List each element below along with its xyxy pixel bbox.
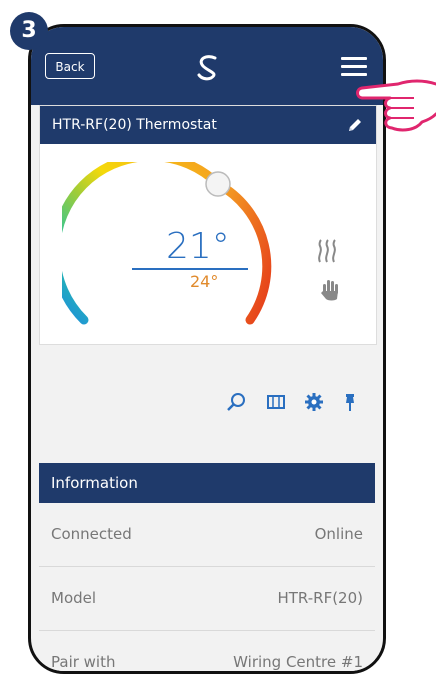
- step-badge: 3: [10, 12, 48, 50]
- info-value: Online: [314, 525, 363, 543]
- manual-hand-icon[interactable]: [320, 278, 340, 302]
- phone-frame: Back HTR-RF(20) Thermostat 21° 24° Infor…: [28, 24, 386, 674]
- salus-logo-icon: [197, 55, 217, 81]
- schedule-film-icon[interactable]: [266, 392, 286, 412]
- info-row-connected: Connected Online: [39, 503, 375, 567]
- search-zoom-icon[interactable]: [226, 392, 246, 412]
- top-bar: Back: [31, 27, 383, 105]
- temperature-divider: [132, 268, 248, 270]
- info-key: Model: [51, 589, 97, 607]
- heating-waves-icon: [318, 239, 336, 263]
- set-temperature: 24°: [190, 272, 219, 291]
- card-header: HTR-RF(20) Thermostat: [40, 106, 376, 144]
- pointing-hand-icon: [356, 79, 436, 132]
- information-header: Information: [39, 463, 375, 503]
- info-key: Pair with: [51, 653, 116, 671]
- thermostat-card: HTR-RF(20) Thermostat 21° 24°: [39, 105, 377, 411]
- current-temperature: 21°: [166, 226, 230, 267]
- dial-handle: [205, 171, 231, 197]
- info-row-pair: Pair with Wiring Centre #1: [39, 631, 375, 671]
- info-key: Connected: [51, 525, 132, 543]
- device-title: HTR-RF(20) Thermostat: [52, 117, 217, 133]
- hamburger-menu-icon[interactable]: [341, 57, 367, 76]
- info-value: HTR-RF(20): [277, 589, 363, 607]
- back-button[interactable]: Back: [45, 53, 95, 79]
- pin-icon[interactable]: [340, 392, 360, 412]
- info-value: Wiring Centre #1: [233, 653, 363, 671]
- info-row-model: Model HTR-RF(20): [39, 567, 375, 631]
- settings-gear-icon[interactable]: [304, 392, 324, 412]
